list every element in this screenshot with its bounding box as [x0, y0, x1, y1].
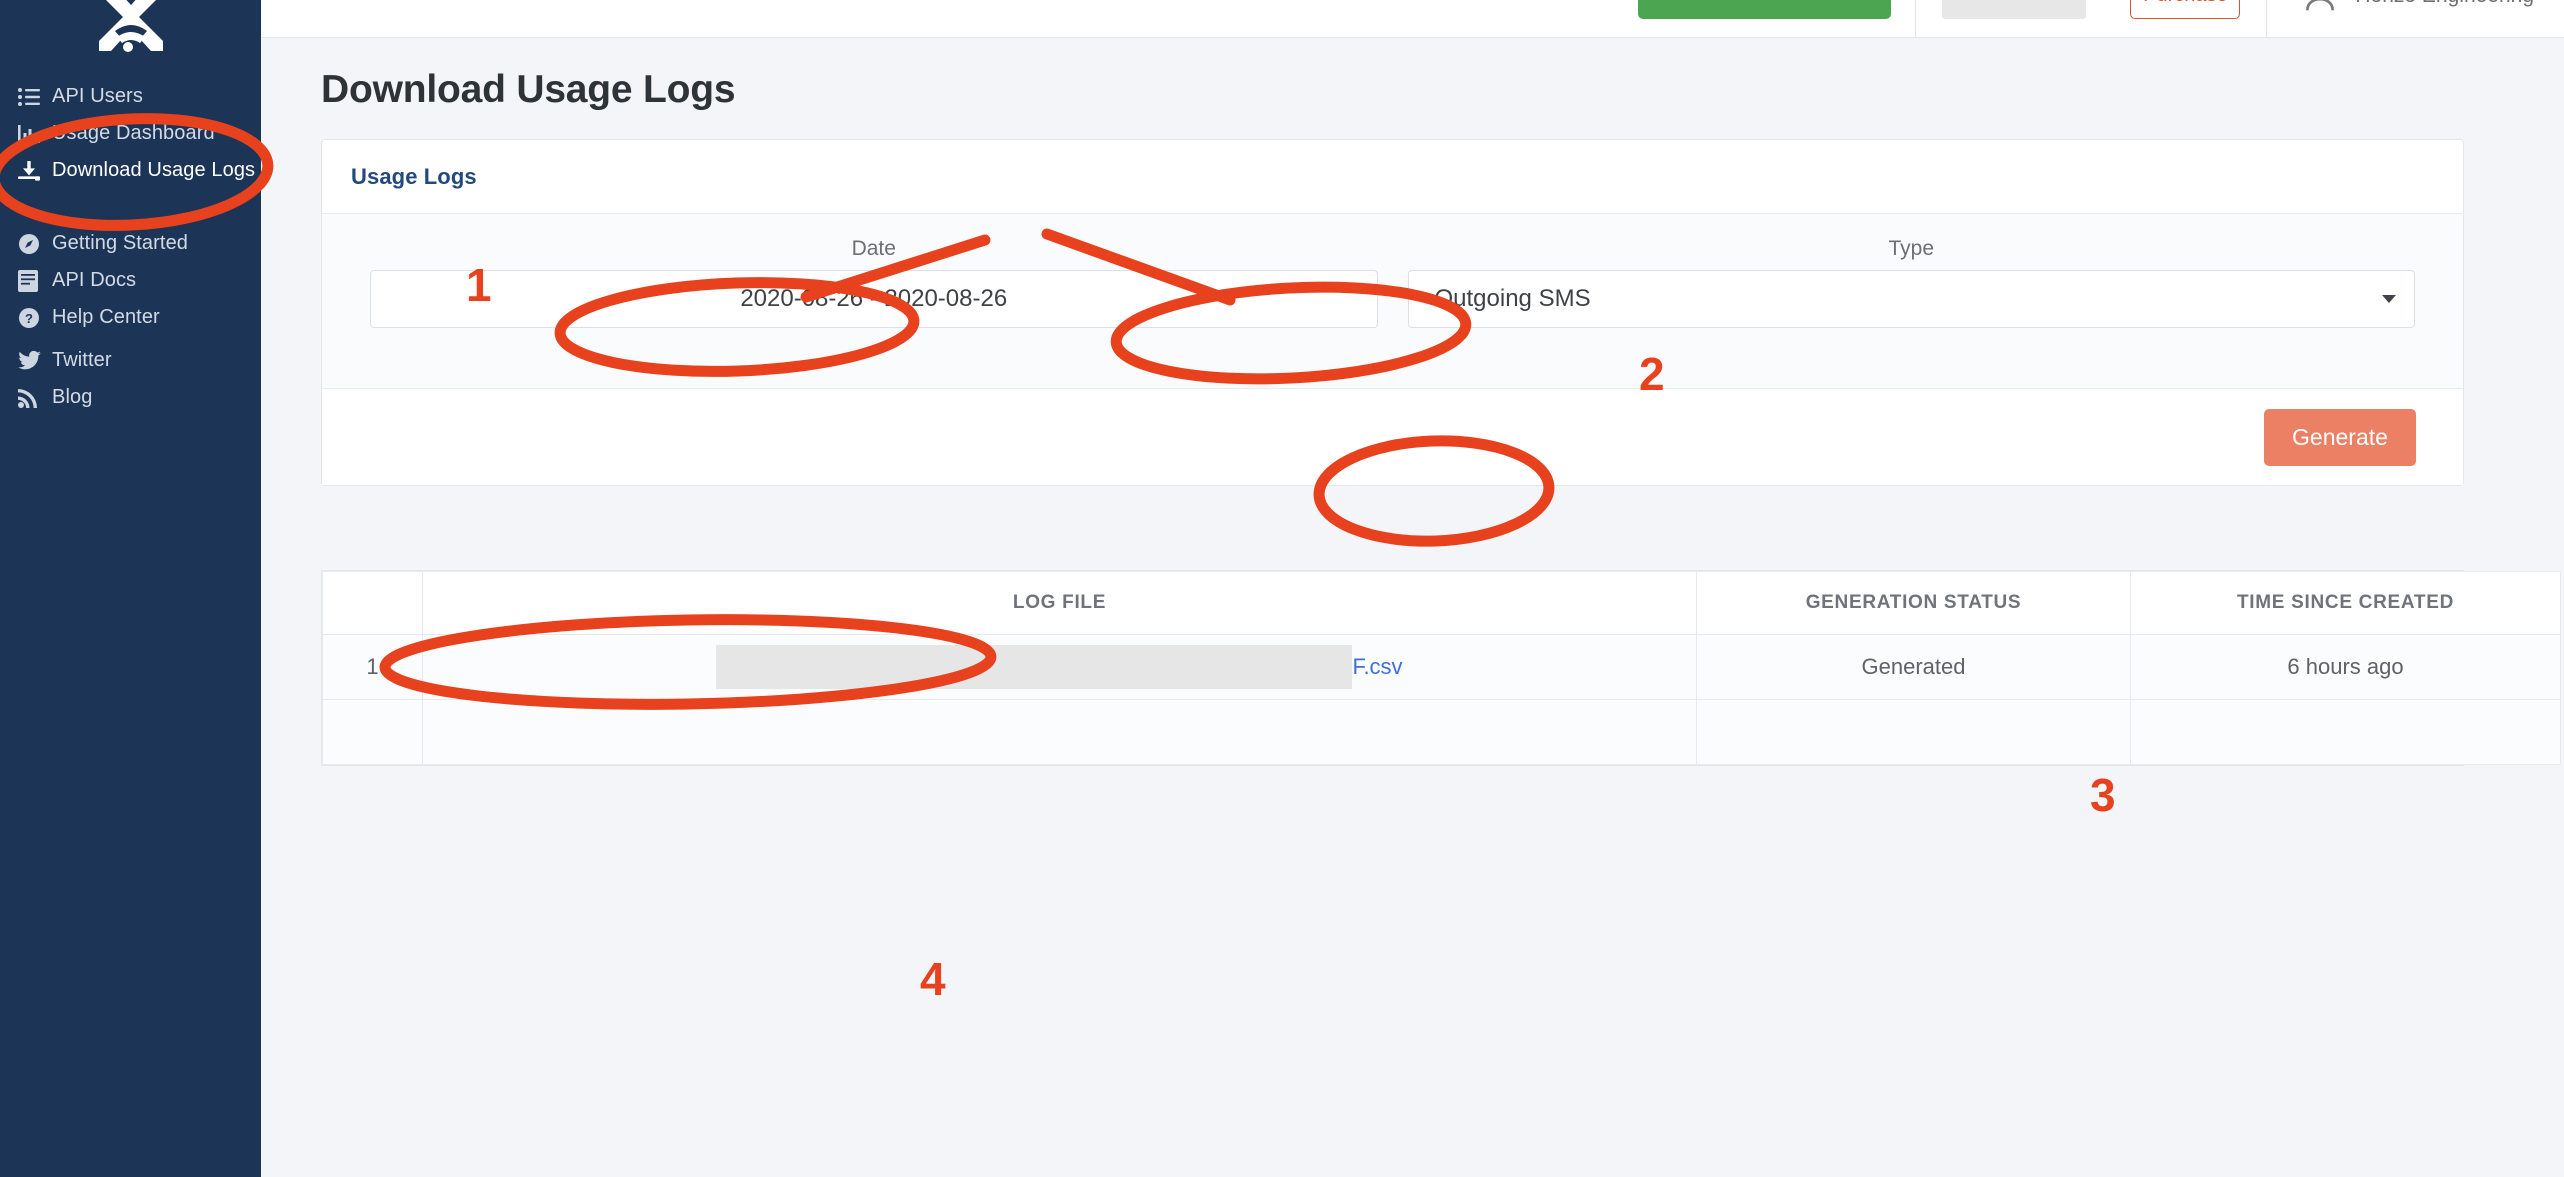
row-index [322, 699, 423, 765]
purchase-button[interactable]: Purchase [2130, 0, 2241, 19]
table-row: 1 F.csv Generated 6 hours ago [322, 634, 2561, 700]
chevron-down-icon [2382, 295, 2396, 303]
col-log-file: LOG FILE [422, 571, 1697, 635]
redacted-filename-block [716, 645, 1353, 689]
sidebar-item-label: API Users [52, 85, 143, 107]
type-field-group: Type Outgoing SMS [1407, 237, 2415, 328]
type-field-label: Type [1888, 237, 1935, 260]
generate-button[interactable]: Generate [2264, 408, 2416, 466]
time-since-created-cell [2130, 699, 2561, 765]
col-index [322, 571, 423, 635]
sidebar-item-label: Getting Started [52, 232, 189, 254]
download-icon [18, 160, 52, 182]
row-index: 1 [322, 634, 423, 700]
credit-balance-box [1942, 0, 2087, 19]
sidebar-item-label: API Docs [52, 269, 137, 291]
date-field-label: Date [851, 237, 896, 260]
user-avatar-icon [2301, 0, 2339, 15]
compass-icon [18, 233, 52, 255]
filters-row: Date 2020-08-26 - 2020-08-26 Type Outgoi… [322, 214, 2463, 389]
table-row [322, 699, 2561, 765]
sidebar-item-download-usage-logs[interactable]: Download Usage Logs [0, 152, 261, 189]
date-field-group: Date 2020-08-26 - 2020-08-26 [370, 237, 1378, 328]
table-header-row: LOG FILE GENERATION STATUS TIME SINCE CR… [322, 571, 2561, 635]
time-since-created-cell: 6 hours ago [2130, 634, 2561, 700]
credit-segment: Purchase [1915, 0, 2266, 38]
sidebar-item-blog[interactable]: Blog [0, 379, 261, 416]
usage-logs-card: Usage Logs Date 2020-08-26 - 2020-08-26 … [321, 139, 2464, 486]
type-select-value: Outgoing SMS [1434, 285, 1591, 312]
question-circle-icon: ? [18, 307, 52, 329]
log-file-link[interactable]: F.csv [1352, 654, 1402, 679]
card-footer: Generate [322, 389, 2463, 485]
sidebar-item-getting-started[interactable]: Getting Started [0, 225, 261, 262]
sidebar-item-twitter[interactable]: Twitter [0, 342, 261, 379]
rss-icon [18, 387, 52, 409]
table-header: LOG FILE GENERATION STATUS TIME SINCE CR… [322, 571, 2561, 635]
user-name-label: Horizo Engineering [2355, 0, 2534, 8]
sidebar-item-label: Download Usage Logs [52, 159, 256, 181]
sidebar: API Users Usage Dashboard Download Usage… [0, 0, 261, 1177]
logs-table-wrapper: LOG FILE GENERATION STATUS TIME SINCE CR… [321, 570, 2561, 766]
sidebar-item-label: Usage Dashboard [52, 122, 215, 144]
sidebar-item-api-docs[interactable]: API Docs [0, 262, 261, 299]
sidebar-group-resources: Getting Started API Docs ? Help Center [0, 225, 261, 336]
card-title: Usage Logs [351, 163, 477, 189]
sidebar-item-label: Help Center [52, 306, 160, 328]
sidebar-item-label: Blog [52, 386, 93, 408]
logs-table: LOG FILE GENERATION STATUS TIME SINCE CR… [322, 571, 2561, 765]
log-file-cell: F.csv [422, 634, 1697, 700]
sidebar-group-social: Twitter Blog [0, 342, 261, 416]
sidebar-item-usage-dashboard[interactable]: Usage Dashboard [0, 115, 261, 152]
main-content: Download Usage Logs Usage Logs Date 2020… [261, 38, 2564, 1177]
sidebar-group-primary: API Users Usage Dashboard Download Usage… [0, 78, 261, 189]
table-body: 1 F.csv Generated 6 hours ago [322, 634, 2561, 765]
primary-action-button[interactable] [1638, 0, 1892, 19]
screen-root: Purchase Horizo Engineering [0, 0, 2564, 1177]
col-time-since-created: TIME SINCE CREATED [2130, 571, 2561, 635]
sidebar-item-api-users[interactable]: API Users [0, 78, 261, 115]
sidebar-item-help-center[interactable]: ? Help Center [0, 299, 261, 336]
page-title: Download Usage Logs [321, 68, 736, 111]
twitter-icon [18, 350, 52, 372]
col-generation-status: GENERATION STATUS [1696, 571, 2131, 635]
generation-status-cell [1696, 699, 2131, 765]
generation-status-cell: Generated [1696, 634, 2131, 700]
list-icon [18, 86, 52, 108]
top-bar: Purchase Horizo Engineering [261, 0, 2564, 38]
card-header: Usage Logs [322, 140, 2463, 214]
log-file-cell [422, 699, 1697, 765]
sidebar-item-label: Twitter [52, 349, 112, 371]
svg-text:?: ? [25, 311, 33, 326]
user-menu[interactable]: Horizo Engineering [2266, 0, 2564, 38]
bar-chart-icon [18, 123, 52, 145]
type-select[interactable]: Outgoing SMS [1407, 270, 2415, 328]
brand-logo[interactable] [0, 0, 261, 58]
book-icon [18, 269, 52, 292]
date-range-input[interactable]: 2020-08-26 - 2020-08-26 [370, 270, 1378, 328]
